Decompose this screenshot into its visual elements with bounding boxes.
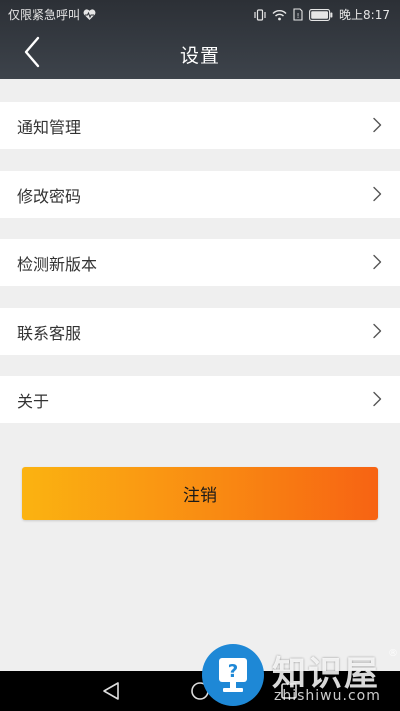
settings-item-change-password[interactable]: 修改密码 bbox=[0, 171, 400, 218]
watermark: ? 知识屋 ® zhishiwu.com bbox=[196, 640, 400, 711]
clock-text: 晚上8:17 bbox=[339, 8, 390, 22]
logout-button[interactable]: 注销 bbox=[22, 467, 378, 520]
watermark-logo: ? bbox=[202, 644, 264, 706]
page-title: 设置 bbox=[179, 45, 220, 67]
chevron-right-icon bbox=[372, 323, 382, 339]
app-header: 仅限紧急呼叫 ! 晚上8:17 设置 bbox=[0, 0, 400, 79]
nav-bar: 设置 bbox=[0, 28, 400, 79]
wifi-icon bbox=[272, 9, 287, 21]
chevron-right-icon bbox=[372, 186, 382, 202]
svg-text:!: ! bbox=[297, 12, 300, 20]
settings-item-about[interactable]: 关于 bbox=[0, 376, 400, 423]
settings-item-label: 检测新版本 bbox=[17, 254, 98, 274]
settings-item-check-update[interactable]: 检测新版本 bbox=[0, 239, 400, 286]
settings-item-customer-service[interactable]: 联系客服 bbox=[0, 308, 400, 355]
battery-icon bbox=[309, 8, 333, 21]
settings-item-label: 联系客服 bbox=[17, 323, 82, 343]
settings-item-label: 关于 bbox=[17, 391, 50, 411]
heart-icon bbox=[83, 8, 96, 21]
watermark-subtitle: zhishiwu.com bbox=[274, 688, 381, 704]
settings-item-label: 通知管理 bbox=[17, 117, 82, 137]
chevron-right-icon bbox=[372, 254, 382, 270]
chevron-right-icon bbox=[372, 117, 382, 133]
settings-screen: 仅限紧急呼叫 ! 晚上8:17 设置 通知管理 修改密码 检测新版本 联系客服 … bbox=[0, 0, 400, 711]
svg-text:?: ? bbox=[228, 661, 238, 682]
vibrate-icon bbox=[254, 8, 266, 21]
status-left: 仅限紧急呼叫 bbox=[8, 6, 96, 23]
settings-item-label: 修改密码 bbox=[17, 186, 82, 206]
status-bar: 仅限紧急呼叫 ! 晚上8:17 bbox=[0, 0, 400, 28]
logout-label: 注销 bbox=[183, 486, 217, 506]
chevron-right-icon bbox=[372, 391, 382, 407]
watermark-registered: ® bbox=[388, 648, 398, 659]
help-monitor-icon: ? bbox=[219, 658, 247, 692]
back-triangle-icon[interactable] bbox=[99, 679, 123, 703]
carrier-text: 仅限紧急呼叫 bbox=[8, 8, 81, 22]
sim-icon: ! bbox=[293, 8, 303, 21]
settings-item-notifications[interactable]: 通知管理 bbox=[0, 102, 400, 149]
status-right: ! 晚上8:17 bbox=[254, 6, 390, 23]
